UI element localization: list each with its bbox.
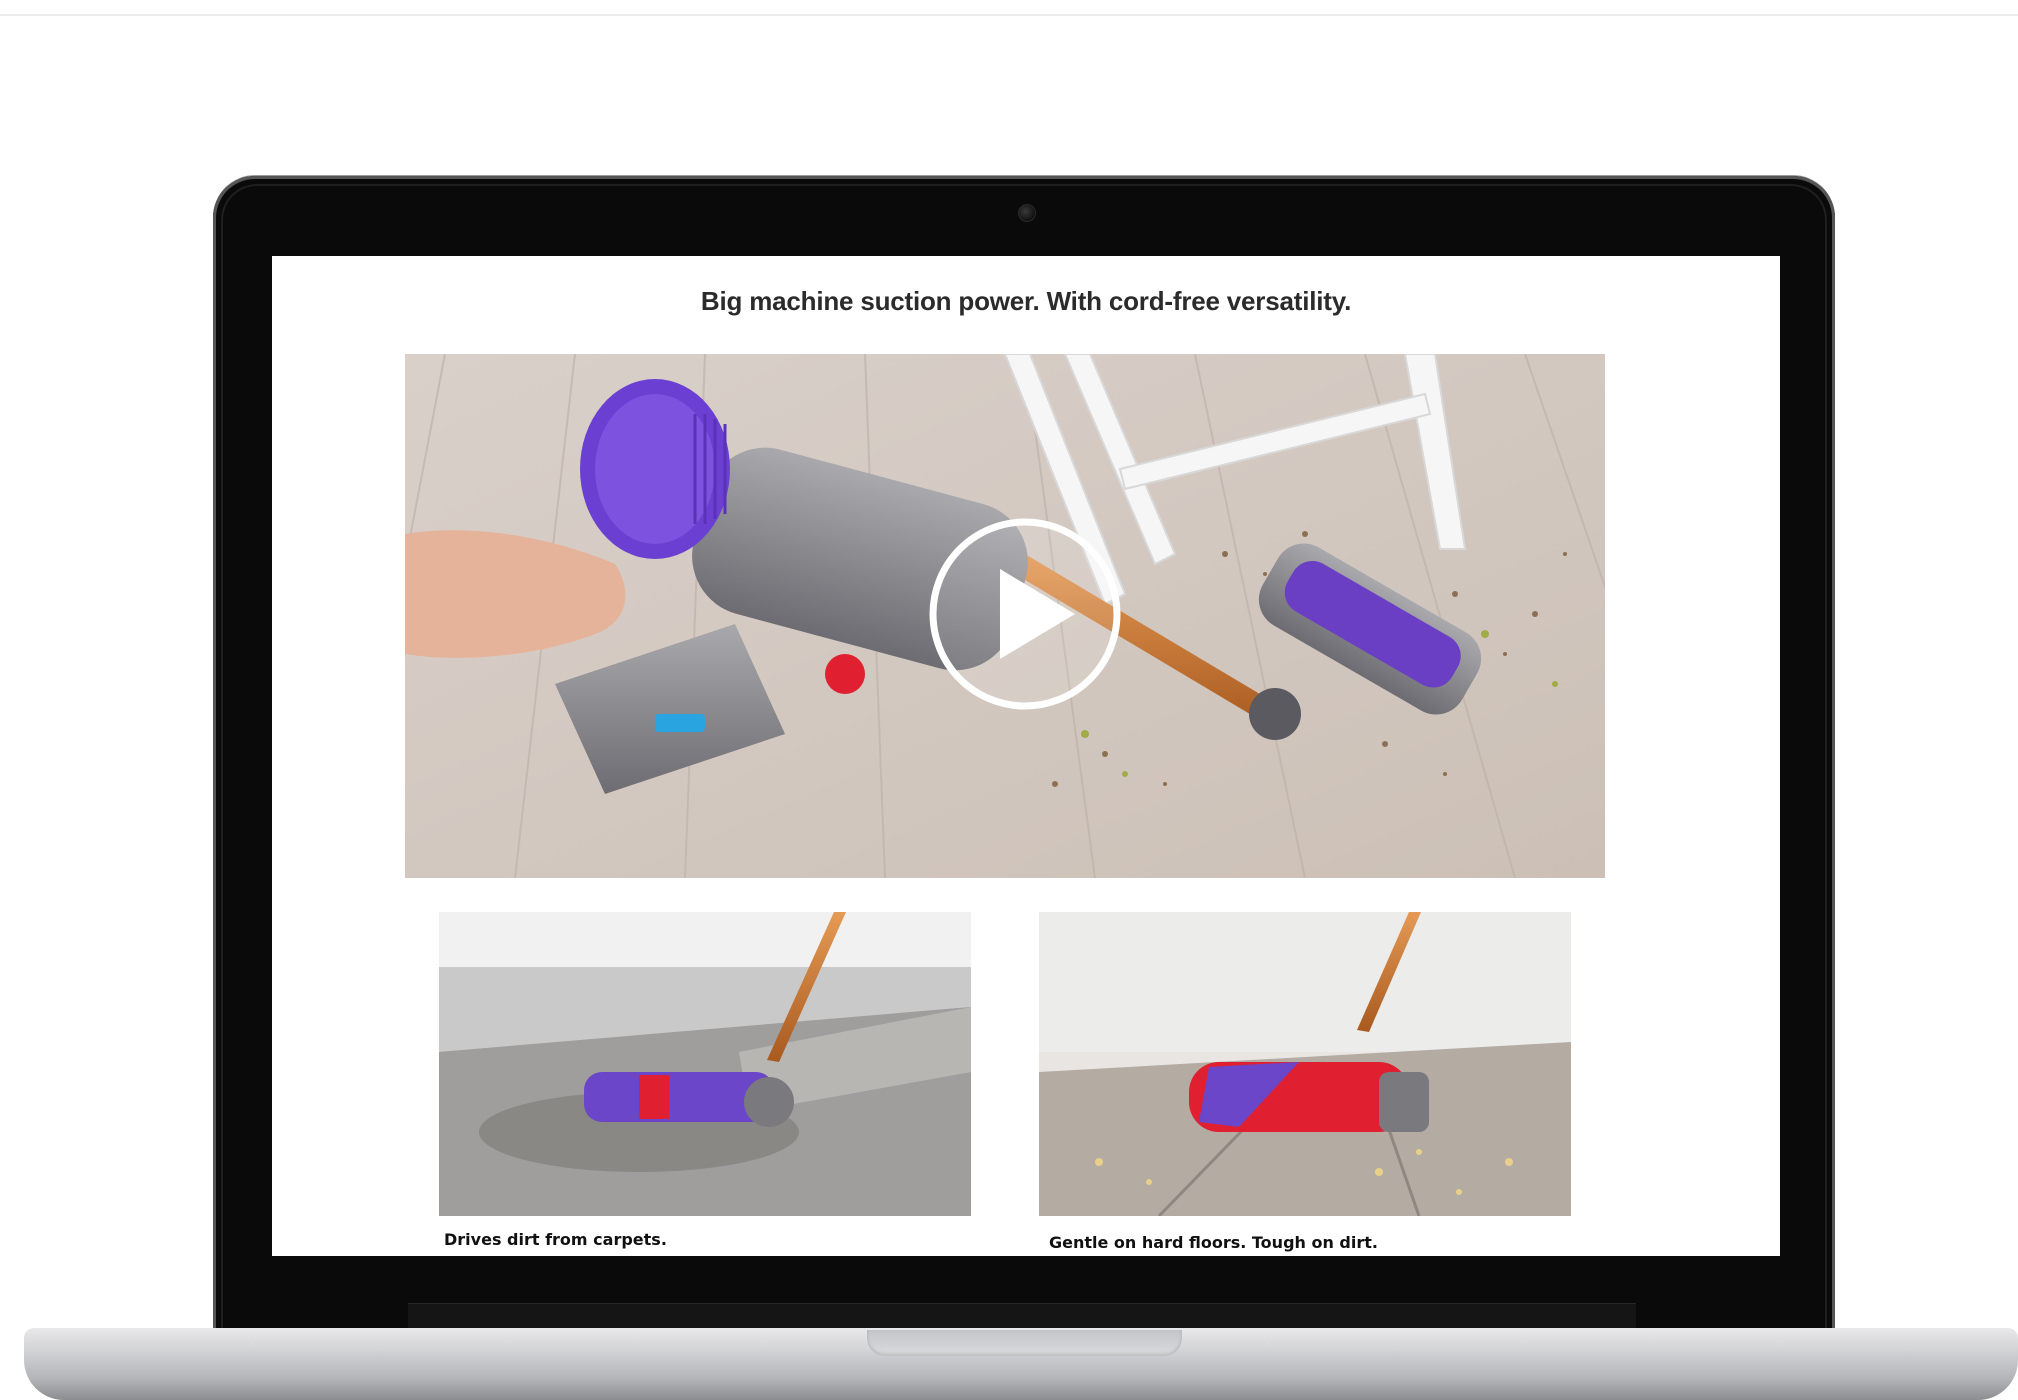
play-button[interactable] xyxy=(925,514,1125,714)
page-title: Big machine suction power. With cord-fre… xyxy=(700,286,1352,316)
feature-image-hard-floor xyxy=(1039,912,1571,1216)
laptop-notch xyxy=(867,1330,1182,1356)
play-circle-icon xyxy=(929,518,1121,710)
feature-caption-carpet: Drives dirt from carpets. xyxy=(444,1230,667,1249)
feature-image-carpet xyxy=(439,912,971,1216)
webcam-icon xyxy=(1018,204,1036,222)
hero-video[interactable] xyxy=(405,354,1605,878)
feature-caption-hard-floor: Gentle on hard floors. Tough on dirt. xyxy=(1049,1233,1378,1252)
top-divider xyxy=(0,14,2018,16)
bezel-bottom-strip xyxy=(408,1303,1636,1330)
laptop-screen: Big machine suction power. With cord-fre… xyxy=(272,256,1780,1256)
